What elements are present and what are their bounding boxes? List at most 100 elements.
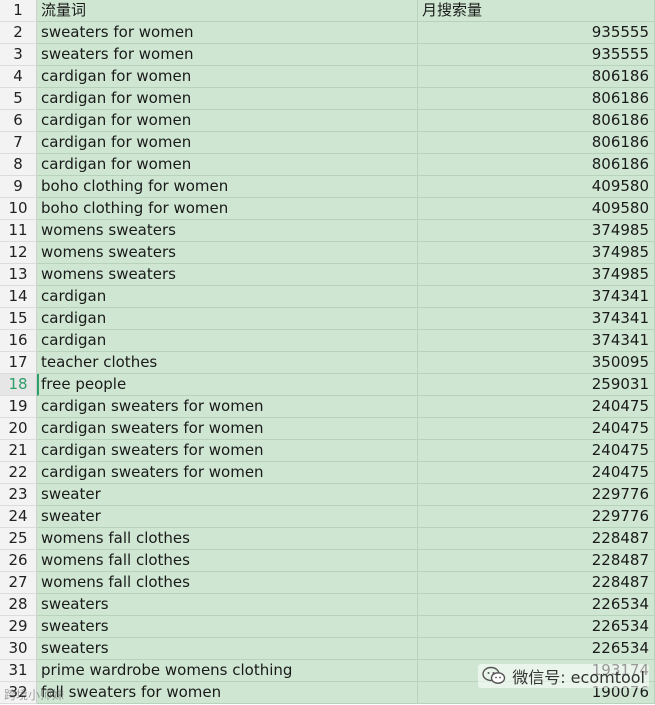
row-number[interactable]: 27 xyxy=(0,572,37,594)
row-number[interactable]: 14 xyxy=(0,286,37,308)
row-number[interactable]: 10 xyxy=(0,198,37,220)
row-number[interactable]: 15 xyxy=(0,308,37,330)
keyword-cell[interactable]: sweaters for women xyxy=(37,44,418,66)
keyword-cell[interactable]: sweater xyxy=(37,506,418,528)
row-number[interactable]: 26 xyxy=(0,550,37,572)
row-number[interactable]: 7 xyxy=(0,132,37,154)
row-number[interactable]: 30 xyxy=(0,638,37,660)
search-volume-cell[interactable]: 935555 xyxy=(418,22,655,44)
search-volume-cell[interactable]: 228487 xyxy=(418,572,655,594)
row-number[interactable]: 17 xyxy=(0,352,37,374)
search-volume-cell[interactable]: 229776 xyxy=(418,484,655,506)
search-volume-cell[interactable]: 240475 xyxy=(418,396,655,418)
keyword-cell[interactable]: cardigan sweaters for women xyxy=(37,440,418,462)
keyword-cell[interactable]: womens fall clothes xyxy=(37,528,418,550)
search-volume-cell[interactable]: 374341 xyxy=(418,308,655,330)
keyword-cell[interactable]: sweaters for women xyxy=(37,22,418,44)
keyword-cell[interactable]: cardigan xyxy=(37,286,418,308)
row-number[interactable]: 9 xyxy=(0,176,37,198)
search-volume-cell[interactable]: 226534 xyxy=(418,638,655,660)
keyword-cell[interactable]: womens fall clothes xyxy=(37,572,418,594)
row-number[interactable]: 22 xyxy=(0,462,37,484)
row-number[interactable]: 23 xyxy=(0,484,37,506)
search-volume-cell[interactable]: 240475 xyxy=(418,440,655,462)
search-volume-cell[interactable]: 374341 xyxy=(418,286,655,308)
row-number[interactable]: 11 xyxy=(0,220,37,242)
search-volume-cell[interactable]: 806186 xyxy=(418,110,655,132)
keyword-cell[interactable]: cardigan for women xyxy=(37,110,418,132)
search-volume-cell[interactable]: 806186 xyxy=(418,154,655,176)
row-number[interactable]: 29 xyxy=(0,616,37,638)
keyword-cell[interactable]: cardigan sweaters for women xyxy=(37,396,418,418)
search-volume-cell[interactable]: 259031 xyxy=(418,374,655,396)
search-volume-cell[interactable]: 806186 xyxy=(418,88,655,110)
row-number[interactable]: 21 xyxy=(0,440,37,462)
keyword-cell[interactable]: cardigan for women xyxy=(37,132,418,154)
row-number[interactable]: 16 xyxy=(0,330,37,352)
search-volume-cell[interactable]: 226534 xyxy=(418,594,655,616)
search-volume-cell[interactable]: 228487 xyxy=(418,528,655,550)
search-volume-cell[interactable]: 374985 xyxy=(418,264,655,286)
search-volume-cell[interactable]: 935555 xyxy=(418,44,655,66)
keyword-cell[interactable]: cardigan xyxy=(37,308,418,330)
search-volume-cell[interactable]: 229776 xyxy=(418,506,655,528)
row-number[interactable]: 18 xyxy=(0,374,37,396)
row-number[interactable]: 13 xyxy=(0,264,37,286)
keyword-cell[interactable]: cardigan xyxy=(37,330,418,352)
row-number[interactable]: 6 xyxy=(0,110,37,132)
keyword-cell[interactable]: womens fall clothes xyxy=(37,550,418,572)
keyword-cell[interactable]: sweaters xyxy=(37,616,418,638)
search-volume-cell[interactable]: 374985 xyxy=(418,242,655,264)
keyword-cell[interactable]: womens sweaters xyxy=(37,242,418,264)
column-a-header-cell[interactable]: 流量词 xyxy=(37,0,418,22)
row-number[interactable]: 24 xyxy=(0,506,37,528)
row-number[interactable]: 31 xyxy=(0,660,37,682)
search-volume-cell[interactable]: 228487 xyxy=(418,550,655,572)
keyword-cell[interactable]: sweaters xyxy=(37,594,418,616)
row-number[interactable]: 5 xyxy=(0,88,37,110)
keyword-cell[interactable]: fall sweaters for women xyxy=(37,682,418,704)
row-number[interactable]: 1 xyxy=(0,0,37,22)
table-row: 10 boho clothing for women 409580 xyxy=(0,198,655,220)
row-number[interactable]: 3 xyxy=(0,44,37,66)
row-number[interactable]: 8 xyxy=(0,154,37,176)
search-volume-cell[interactable]: 350095 xyxy=(418,352,655,374)
keyword-cell[interactable]: free people xyxy=(37,374,418,396)
search-volume-cell[interactable]: 409580 xyxy=(418,176,655,198)
keyword-cell[interactable]: womens sweaters xyxy=(37,220,418,242)
row-number[interactable]: 20 xyxy=(0,418,37,440)
keyword-cell[interactable]: cardigan for women xyxy=(37,154,418,176)
search-volume-cell[interactable]: 806186 xyxy=(418,66,655,88)
row-number[interactable]: 12 xyxy=(0,242,37,264)
keyword-cell[interactable]: cardigan for women xyxy=(37,88,418,110)
keyword-cell[interactable]: cardigan sweaters for women xyxy=(37,462,418,484)
table-row: 19 cardigan sweaters for women 240475 xyxy=(0,396,655,418)
column-b-header-cell[interactable]: 月搜索量 xyxy=(418,0,655,22)
keyword-cell[interactable]: sweaters xyxy=(37,638,418,660)
watermark: 微信号: ecomtool xyxy=(478,664,649,688)
keyword-cell[interactable]: cardigan sweaters for women xyxy=(37,418,418,440)
search-volume-cell[interactable]: 226534 xyxy=(418,616,655,638)
search-volume-cell[interactable]: 806186 xyxy=(418,132,655,154)
table-row: 12 womens sweaters 374985 xyxy=(0,242,655,264)
table-row: 14 cardigan 374341 xyxy=(0,286,655,308)
keyword-cell[interactable]: prime wardrobe womens clothing xyxy=(37,660,418,682)
row-number[interactable]: 4 xyxy=(0,66,37,88)
row-number[interactable]: 28 xyxy=(0,594,37,616)
search-volume-cell[interactable]: 240475 xyxy=(418,418,655,440)
row-number[interactable]: 2 xyxy=(0,22,37,44)
search-volume-cell[interactable]: 374341 xyxy=(418,330,655,352)
table-row: 13 womens sweaters 374985 xyxy=(0,264,655,286)
row-number[interactable]: 19 xyxy=(0,396,37,418)
search-volume-cell[interactable]: 240475 xyxy=(418,462,655,484)
keyword-cell[interactable]: womens sweaters xyxy=(37,264,418,286)
keyword-cell[interactable]: boho clothing for women xyxy=(37,176,418,198)
search-volume-cell[interactable]: 374985 xyxy=(418,220,655,242)
keyword-cell[interactable]: cardigan for women xyxy=(37,66,418,88)
keyword-cell[interactable]: boho clothing for women xyxy=(37,198,418,220)
table-row: 5 cardigan for women 806186 xyxy=(0,88,655,110)
row-number[interactable]: 25 xyxy=(0,528,37,550)
search-volume-cell[interactable]: 409580 xyxy=(418,198,655,220)
keyword-cell[interactable]: teacher clothes xyxy=(37,352,418,374)
keyword-cell[interactable]: sweater xyxy=(37,484,418,506)
